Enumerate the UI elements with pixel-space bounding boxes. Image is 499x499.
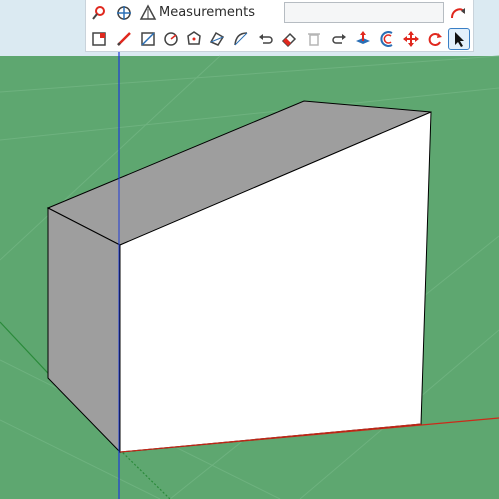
- rectangle-icon: [141, 32, 155, 46]
- select-tool-button[interactable]: [89, 28, 111, 50]
- rotated-rectangle-button[interactable]: [206, 28, 228, 50]
- undo-button[interactable]: [255, 28, 277, 50]
- delete-button[interactable]: [303, 28, 325, 50]
- arc-icon: [234, 32, 248, 46]
- select-arrow-button[interactable]: [448, 28, 470, 50]
- redo-button[interactable]: [328, 28, 350, 50]
- section-plane-button[interactable]: [137, 2, 159, 24]
- measurements-label: Measurements: [159, 5, 256, 20]
- box-left-face[interactable]: [47, 207, 121, 454]
- undo-icon: [259, 34, 273, 44]
- arc-button[interactable]: [230, 28, 252, 50]
- circle-icon: [164, 32, 178, 46]
- offset-icon: [380, 31, 393, 47]
- position-camera-button[interactable]: [89, 2, 111, 24]
- polygon-icon: [187, 31, 201, 45]
- select-tool-icon: [92, 32, 106, 46]
- circle-button[interactable]: [160, 28, 182, 50]
- move-icon: [403, 31, 419, 47]
- measurements-input[interactable]: [284, 2, 444, 23]
- eraser-icon: [281, 32, 297, 48]
- delete-icon: [308, 33, 320, 46]
- pencil-line-button[interactable]: [113, 28, 135, 50]
- walk-look-icon: [117, 6, 131, 20]
- move-button[interactable]: [400, 28, 422, 50]
- push-pull-button[interactable]: [352, 28, 374, 50]
- modeling-viewport[interactable]: [0, 0, 499, 499]
- offset-button[interactable]: [376, 28, 398, 50]
- rotate-icon: [428, 33, 442, 46]
- toolbar-row-1: Measurements: [86, 0, 473, 26]
- pencil-line-icon: [117, 32, 131, 46]
- rotated-rectangle-icon: [209, 31, 225, 46]
- rotate-button[interactable]: [424, 28, 446, 50]
- follow-me-button[interactable]: [447, 2, 469, 24]
- section-plane-icon: [139, 4, 157, 20]
- polygon-button[interactable]: [183, 28, 205, 50]
- walk-look-button[interactable]: [113, 2, 135, 24]
- toolbar: Measurements: [85, 0, 474, 52]
- push-pull-icon: [356, 31, 370, 44]
- follow-me-icon: [451, 8, 465, 19]
- select-arrow-icon: [455, 32, 464, 47]
- redo-icon: [332, 34, 346, 44]
- toolbar-row-2: [86, 26, 473, 52]
- eraser-button[interactable]: [278, 28, 300, 50]
- position-camera-icon: [92, 6, 105, 20]
- rectangle-button[interactable]: [137, 28, 159, 50]
